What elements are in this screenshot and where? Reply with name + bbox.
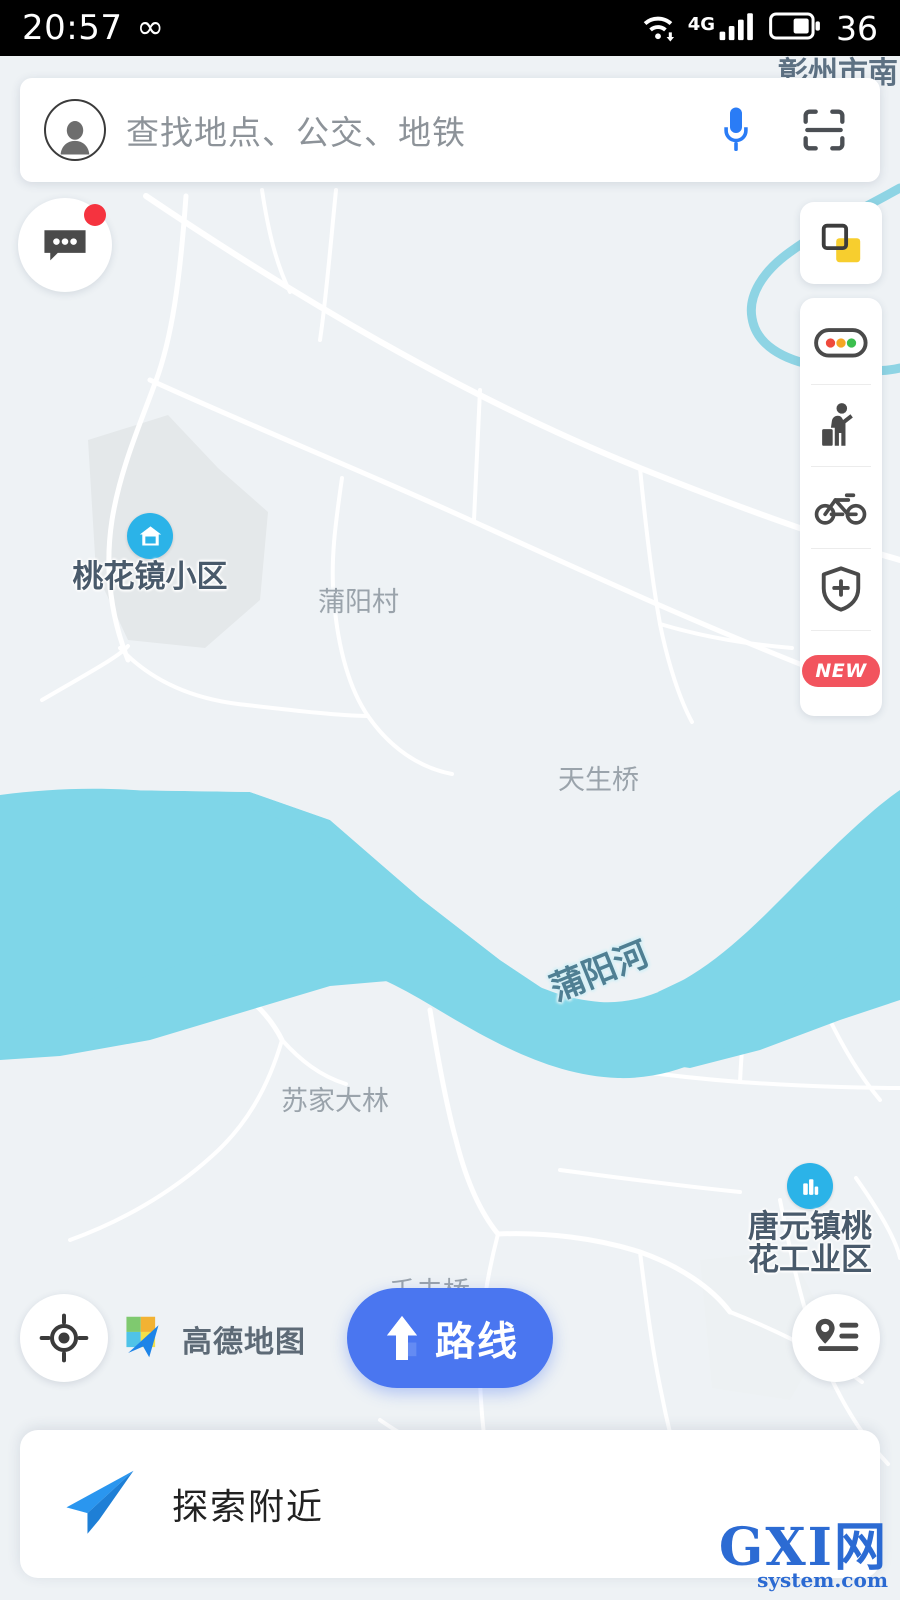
shield-plus-icon bbox=[821, 566, 861, 612]
infinity-icon: ∞ bbox=[136, 7, 164, 46]
paper-plane-icon bbox=[62, 1466, 138, 1542]
network-type-label: 4G bbox=[687, 14, 715, 35]
industrial-building-icon bbox=[787, 1163, 833, 1209]
poi-list-button[interactable] bbox=[792, 1294, 880, 1382]
search-input[interactable]: 查找地点、公交、地铁 bbox=[126, 106, 692, 154]
scan-qr-icon[interactable] bbox=[794, 105, 854, 155]
route-button[interactable]: 路线 bbox=[347, 1288, 553, 1388]
status-bar-left: 20:57 ∞ bbox=[22, 8, 164, 48]
locate-me-button[interactable] bbox=[20, 1294, 108, 1382]
poi-label: 桃花镜小区 bbox=[72, 559, 228, 595]
cellular-signal-icon bbox=[718, 9, 758, 47]
watermark-main: GXI网 bbox=[718, 1517, 888, 1578]
search-bar[interactable]: 查找地点、公交、地铁 bbox=[20, 78, 880, 182]
battery-icon bbox=[769, 10, 821, 46]
chat-bubble-icon bbox=[44, 230, 86, 261]
layers-icon bbox=[821, 223, 861, 263]
amap-logo-icon bbox=[118, 1310, 172, 1368]
status-clock: 20:57 bbox=[22, 8, 123, 48]
battery-percent: 36 bbox=[836, 8, 878, 48]
explore-nearby-label: 探索附近 bbox=[172, 1487, 325, 1528]
bicycle-icon bbox=[814, 493, 867, 525]
map-layers-button[interactable] bbox=[800, 202, 882, 284]
status-bar-right: 4G 36 bbox=[639, 8, 878, 48]
poi-label: 唐元镇桃 花工业区 bbox=[748, 1209, 872, 1279]
ride-hailing-button[interactable] bbox=[800, 384, 882, 466]
amap-brand-name: 高德地图 bbox=[182, 1325, 306, 1360]
hail-ride-person-icon bbox=[822, 403, 853, 446]
message-button[interactable] bbox=[18, 198, 112, 292]
navigate-arrow-up-icon bbox=[386, 1315, 418, 1361]
poi-taohuajing-residential[interactable]: 桃花镜小区 bbox=[52, 513, 248, 594]
poi-tangyuan-industrial-zone[interactable]: 唐元镇桃 花工业区 bbox=[730, 1163, 890, 1278]
wifi-download-icon bbox=[639, 8, 677, 48]
pin-list-icon bbox=[815, 1318, 859, 1352]
amap-home-screen: 蒲阳村 天生桥 苏家大林 千夫桥 彰州市南 蒲阳河 桃花镜小区 唐元镇桃 花工业… bbox=[0, 0, 900, 1600]
bicycle-button[interactable] bbox=[800, 466, 882, 548]
crosshair-location-icon bbox=[39, 1313, 89, 1363]
traffic-light-icon bbox=[814, 328, 868, 358]
status-bar: 20:57 ∞ 4G 36 bbox=[0, 0, 900, 56]
amap-brand: 高德地图 bbox=[118, 1310, 306, 1368]
safety-shield-button[interactable] bbox=[800, 548, 882, 630]
site-watermark: GXI网 system.com bbox=[718, 1517, 888, 1591]
residential-building-icon bbox=[127, 513, 173, 559]
notification-badge-dot bbox=[84, 204, 106, 226]
traffic-button[interactable] bbox=[800, 302, 882, 384]
microphone-icon[interactable] bbox=[712, 106, 760, 154]
new-badge: NEW bbox=[802, 655, 880, 687]
route-button-label: 路线 bbox=[435, 1319, 519, 1365]
map-tools-panel: NEW bbox=[800, 298, 882, 716]
user-avatar-icon[interactable] bbox=[44, 99, 106, 161]
new-feature-button[interactable]: NEW bbox=[800, 630, 882, 712]
